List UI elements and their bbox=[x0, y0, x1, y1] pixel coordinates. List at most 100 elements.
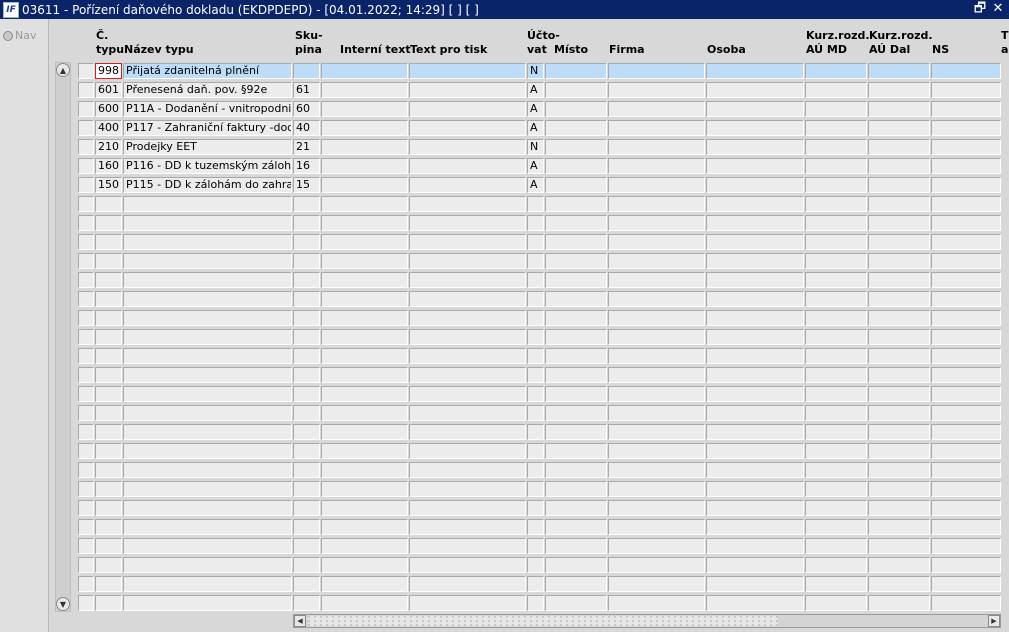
cell-tisk[interactable] bbox=[409, 519, 526, 535]
cell-skupina[interactable]: 60 bbox=[293, 101, 320, 117]
cell-cislo[interactable]: 400 bbox=[95, 120, 122, 136]
cell-firma[interactable] bbox=[608, 272, 705, 288]
cell-ns[interactable] bbox=[931, 120, 1001, 136]
cell-osoba[interactable] bbox=[706, 405, 804, 421]
cell-ns[interactable] bbox=[931, 196, 1001, 212]
cell-kurz-md[interactable] bbox=[805, 63, 867, 79]
cell-ns[interactable] bbox=[931, 139, 1001, 155]
row-selector[interactable] bbox=[78, 139, 94, 155]
cell-kurz-dal[interactable] bbox=[868, 177, 930, 193]
cell-interni[interactable] bbox=[321, 424, 408, 440]
cell-skupina[interactable]: 21 bbox=[293, 139, 320, 155]
cell-firma[interactable] bbox=[608, 405, 705, 421]
cell-interni[interactable] bbox=[321, 367, 408, 383]
cell-interni[interactable] bbox=[321, 386, 408, 402]
cell-cislo[interactable] bbox=[95, 519, 122, 535]
cell-interni[interactable] bbox=[321, 576, 408, 592]
cell-uctovat[interactable] bbox=[527, 329, 544, 345]
cell-tisk[interactable] bbox=[409, 386, 526, 402]
cell-uctovat[interactable] bbox=[527, 576, 544, 592]
cell-interni[interactable] bbox=[321, 443, 408, 459]
cell-kurz-dal[interactable] bbox=[868, 101, 930, 117]
cell-ns[interactable] bbox=[931, 595, 1001, 611]
cell-kurz-md[interactable] bbox=[805, 481, 867, 497]
cell-ns[interactable] bbox=[931, 576, 1001, 592]
row-selector[interactable] bbox=[78, 462, 94, 478]
cell-firma[interactable] bbox=[608, 253, 705, 269]
cell-kurz-dal[interactable] bbox=[868, 272, 930, 288]
cell-misto[interactable] bbox=[545, 367, 607, 383]
cell-firma[interactable] bbox=[608, 139, 705, 155]
cell-tisk[interactable] bbox=[409, 595, 526, 611]
cell-osoba[interactable] bbox=[706, 272, 804, 288]
cell-uctovat[interactable] bbox=[527, 462, 544, 478]
cell-firma[interactable] bbox=[608, 557, 705, 573]
cell-misto[interactable] bbox=[545, 158, 607, 174]
cell-osoba[interactable] bbox=[706, 443, 804, 459]
cell-kurz-md[interactable] bbox=[805, 367, 867, 383]
cell-uctovat[interactable]: A bbox=[527, 177, 544, 193]
cell-kurz-dal[interactable] bbox=[868, 139, 930, 155]
cell-nazev[interactable]: P116 - DD k tuzemským zálohám bbox=[123, 158, 292, 174]
cell-ns[interactable] bbox=[931, 101, 1001, 117]
cell-kurz-md[interactable] bbox=[805, 139, 867, 155]
cell-misto[interactable] bbox=[545, 120, 607, 136]
row-selector[interactable] bbox=[78, 595, 94, 611]
cell-osoba[interactable] bbox=[706, 177, 804, 193]
cell-uctovat[interactable] bbox=[527, 310, 544, 326]
cell-tisk[interactable] bbox=[409, 158, 526, 174]
cell-tisk[interactable] bbox=[409, 367, 526, 383]
cell-misto[interactable] bbox=[545, 405, 607, 421]
cell-uctovat[interactable] bbox=[527, 234, 544, 250]
cell-skupina[interactable] bbox=[293, 329, 320, 345]
cell-misto[interactable] bbox=[545, 348, 607, 364]
cell-interni[interactable] bbox=[321, 405, 408, 421]
cell-firma[interactable] bbox=[608, 519, 705, 535]
row-selector[interactable] bbox=[78, 196, 94, 212]
cell-interni[interactable] bbox=[321, 234, 408, 250]
row-selector[interactable] bbox=[78, 500, 94, 516]
cell-kurz-dal[interactable] bbox=[868, 158, 930, 174]
cell-kurz-md[interactable] bbox=[805, 519, 867, 535]
cell-kurz-dal[interactable] bbox=[868, 63, 930, 79]
cell-interni[interactable] bbox=[321, 329, 408, 345]
cell-misto[interactable] bbox=[545, 234, 607, 250]
cell-cislo[interactable] bbox=[95, 310, 122, 326]
cell-interni[interactable] bbox=[321, 139, 408, 155]
cell-tisk[interactable] bbox=[409, 82, 526, 98]
cell-osoba[interactable] bbox=[706, 424, 804, 440]
cell-skupina[interactable] bbox=[293, 443, 320, 459]
cell-nazev[interactable] bbox=[123, 272, 292, 288]
cell-kurz-md[interactable] bbox=[805, 253, 867, 269]
cell-interni[interactable] bbox=[321, 82, 408, 98]
cell-nazev[interactable] bbox=[123, 253, 292, 269]
cell-nazev[interactable] bbox=[123, 519, 292, 535]
cell-uctovat[interactable] bbox=[527, 405, 544, 421]
cell-tisk[interactable] bbox=[409, 462, 526, 478]
cell-skupina[interactable] bbox=[293, 538, 320, 554]
cell-tisk[interactable] bbox=[409, 348, 526, 364]
cell-interni[interactable] bbox=[321, 500, 408, 516]
cell-nazev[interactable] bbox=[123, 576, 292, 592]
cell-firma[interactable] bbox=[608, 234, 705, 250]
row-selector[interactable] bbox=[78, 234, 94, 250]
cell-tisk[interactable] bbox=[409, 101, 526, 117]
cell-kurz-dal[interactable] bbox=[868, 481, 930, 497]
cell-tisk[interactable] bbox=[409, 196, 526, 212]
cell-firma[interactable] bbox=[608, 82, 705, 98]
cell-firma[interactable] bbox=[608, 158, 705, 174]
cell-firma[interactable] bbox=[608, 576, 705, 592]
cell-interni[interactable] bbox=[321, 177, 408, 193]
cell-kurz-dal[interactable] bbox=[868, 443, 930, 459]
cell-misto[interactable] bbox=[545, 82, 607, 98]
cell-skupina[interactable] bbox=[293, 386, 320, 402]
cell-interni[interactable] bbox=[321, 272, 408, 288]
cell-cislo[interactable] bbox=[95, 500, 122, 516]
cell-uctovat[interactable] bbox=[527, 443, 544, 459]
cell-ns[interactable] bbox=[931, 310, 1001, 326]
cell-nazev[interactable]: P117 - Zahraniční faktury -dodaně bbox=[123, 120, 292, 136]
row-selector[interactable] bbox=[78, 367, 94, 383]
nav-button[interactable]: Nav bbox=[3, 29, 36, 42]
cell-kurz-md[interactable] bbox=[805, 348, 867, 364]
cell-nazev[interactable]: P115 - DD k zálohám do zahraničí bbox=[123, 177, 292, 193]
